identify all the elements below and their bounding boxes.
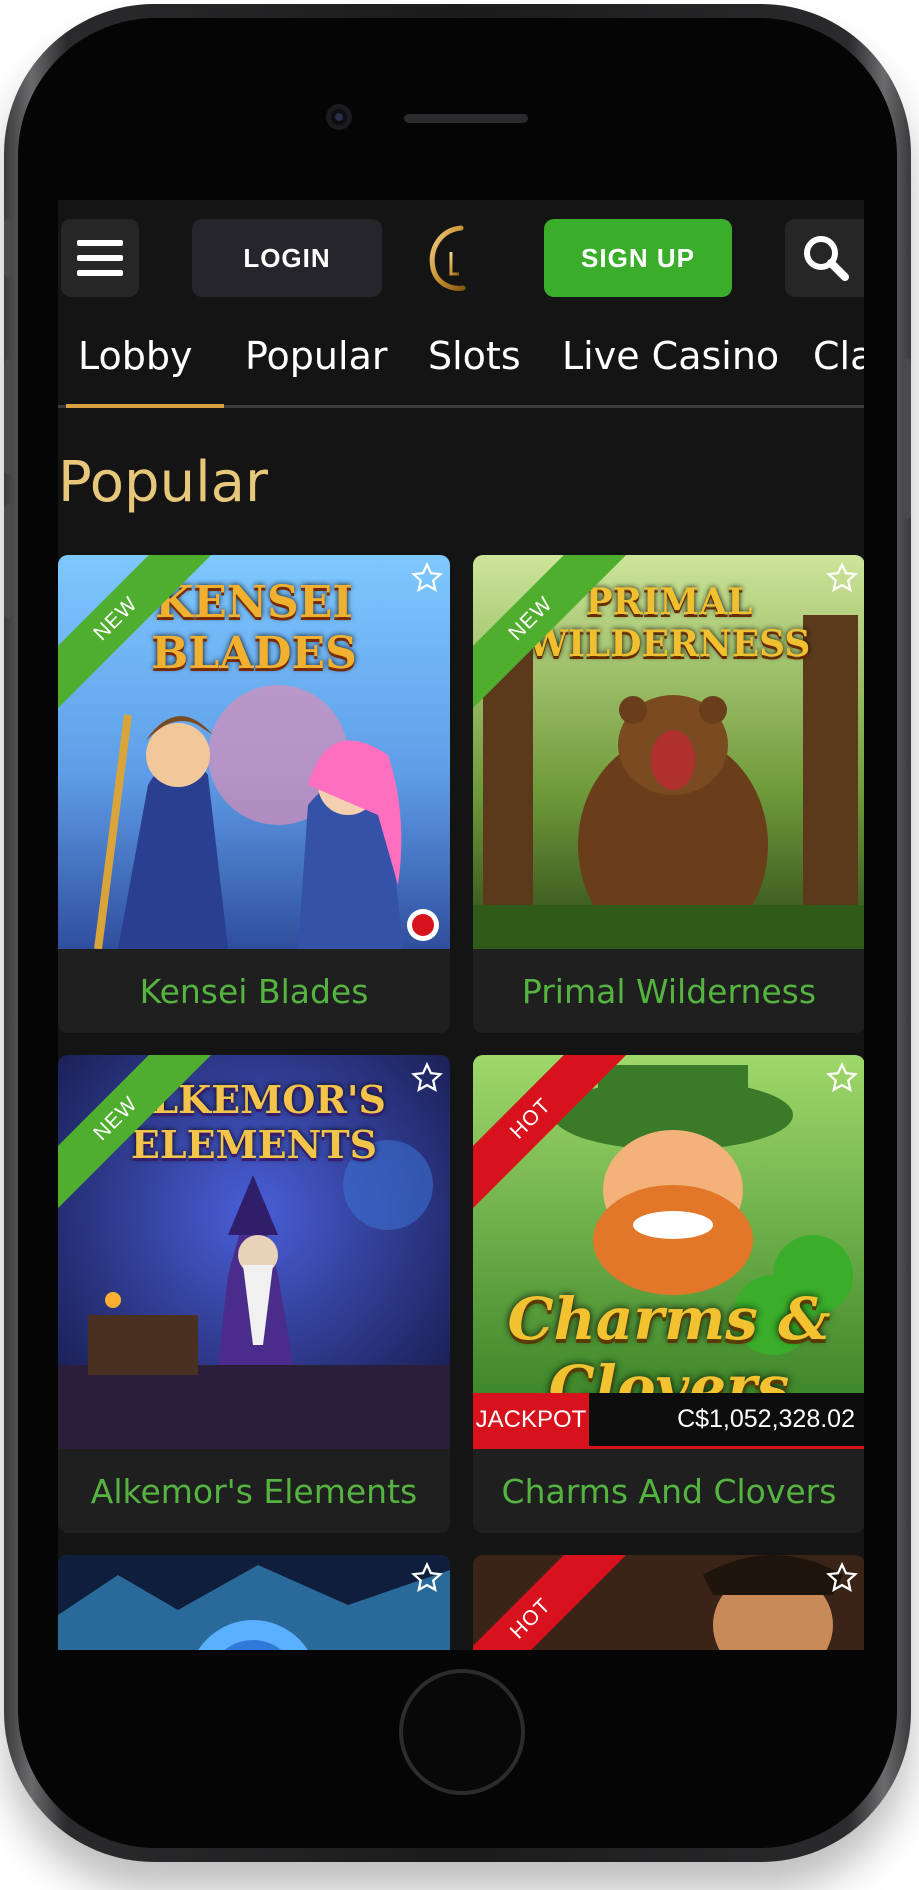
- game-name[interactable]: Alkemor's Elements: [58, 1449, 450, 1533]
- game-card-charms-and-clovers[interactable]: Charms & Clovers HOT JACKPOT C$1,052,328…: [473, 1055, 864, 1533]
- hamburger-icon: [77, 240, 123, 246]
- tab-lobby[interactable]: Lobby: [78, 334, 192, 378]
- top-bar: LOGIN SIGN UP: [58, 200, 864, 320]
- category-tabs: Lobby Popular Slots Live Casino Cla: [58, 320, 864, 408]
- front-camera: [326, 104, 352, 130]
- home-button[interactable]: [399, 1669, 525, 1795]
- game-name[interactable]: Primal Wilderness: [473, 949, 864, 1033]
- game-card-5[interactable]: [58, 1555, 450, 1650]
- game-card-kensei-blades[interactable]: KENSEI BLADES NEW Kensei Blades: [58, 555, 450, 1033]
- game-thumbnail[interactable]: PRIMAL WILDERNESS NEW: [473, 555, 864, 949]
- signup-button[interactable]: SIGN UP: [544, 219, 732, 297]
- power-button: [903, 359, 911, 519]
- star-icon[interactable]: [825, 1061, 859, 1095]
- game-card-6[interactable]: HOT: [473, 1555, 864, 1650]
- casino-logo[interactable]: [423, 218, 503, 298]
- volume-down-button: [4, 504, 12, 619]
- game-thumbnail[interactable]: [58, 1555, 450, 1650]
- login-button[interactable]: LOGIN: [192, 219, 382, 297]
- tab-live-casino[interactable]: Live Casino: [562, 334, 779, 378]
- jackpot-label: JACKPOT: [473, 1393, 589, 1446]
- mute-switch: [4, 219, 12, 277]
- game-thumbnail[interactable]: ALKEMOR'S ELEMENTS NEW: [58, 1055, 450, 1449]
- star-icon[interactable]: [825, 561, 859, 595]
- search-icon: [804, 236, 849, 281]
- star-icon[interactable]: [410, 1561, 444, 1595]
- game-name[interactable]: Charms And Clovers: [473, 1449, 864, 1533]
- search-button[interactable]: [785, 219, 864, 297]
- star-icon[interactable]: [410, 1061, 444, 1095]
- app-screen: LOGIN SIGN UP Lobby Popular Slots Live C…: [58, 200, 864, 1650]
- tab-classics[interactable]: Cla: [813, 334, 864, 378]
- tab-slots[interactable]: Slots: [428, 334, 521, 378]
- game-thumbnail[interactable]: KENSEI BLADES NEW: [58, 555, 450, 949]
- logo-icon: [429, 223, 492, 295]
- active-tab-indicator: [66, 404, 224, 408]
- menu-button[interactable]: [61, 219, 139, 297]
- volume-up-button: [4, 359, 12, 474]
- game-card-primal-wilderness[interactable]: PRIMAL WILDERNESS NEW Primal Wilderness: [473, 555, 864, 1033]
- tab-popular[interactable]: Popular: [245, 334, 387, 378]
- game-name[interactable]: Kensei Blades: [58, 949, 450, 1033]
- star-icon[interactable]: [825, 1561, 859, 1595]
- hamburger-icon-line: [77, 270, 123, 276]
- jackpot-value: C$1,052,328.02: [677, 1405, 855, 1433]
- game-card-alkemors-elements[interactable]: ALKEMOR'S ELEMENTS NEW Alkemor's Element…: [58, 1055, 450, 1533]
- earpiece-speaker: [404, 114, 528, 123]
- game-thumbnail[interactable]: Charms & Clovers HOT JACKPOT C$1,052,328…: [473, 1055, 864, 1449]
- jackpot-banner: JACKPOT C$1,052,328.02: [473, 1393, 864, 1449]
- hamburger-icon-line: [77, 255, 123, 261]
- section-title: Popular: [58, 450, 268, 515]
- phone-frame: LOGIN SIGN UP Lobby Popular Slots Live C…: [4, 4, 911, 1862]
- star-icon[interactable]: [410, 561, 444, 595]
- game-thumbnail[interactable]: HOT: [473, 1555, 864, 1650]
